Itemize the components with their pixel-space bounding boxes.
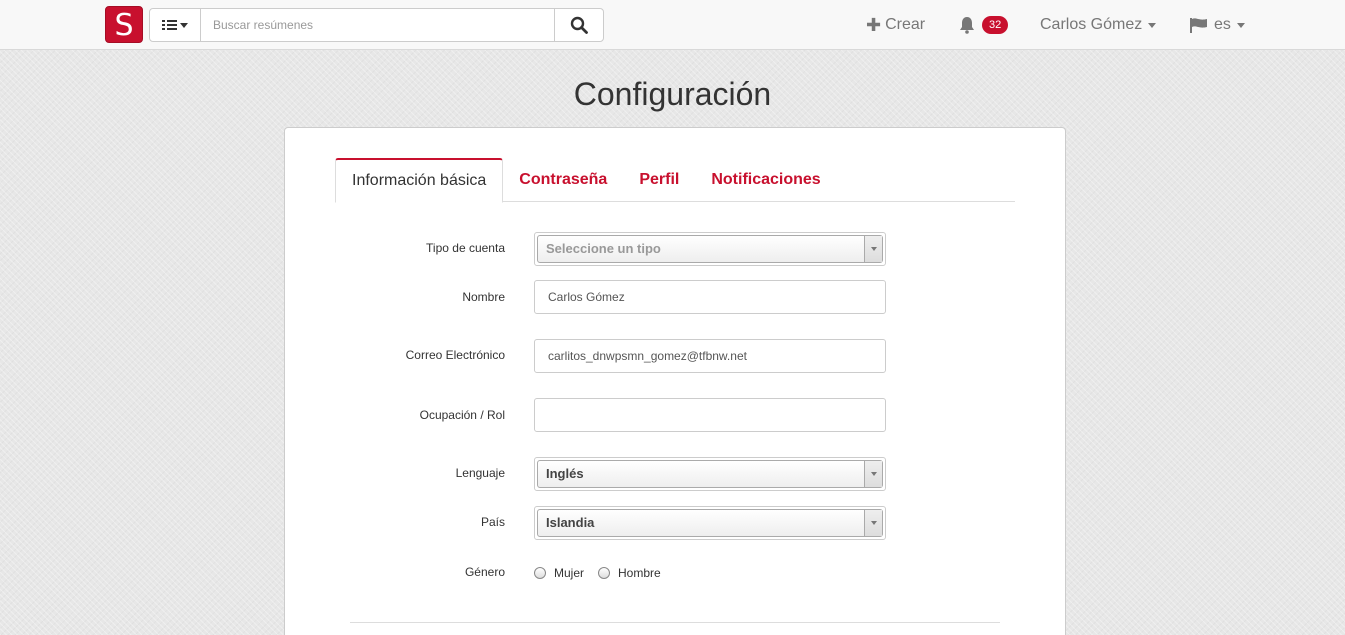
notifications-button[interactable]: 32 bbox=[958, 0, 1009, 50]
create-button[interactable]: ✚ Crear bbox=[866, 0, 925, 50]
search-button[interactable] bbox=[554, 9, 603, 41]
language-value: Inglés bbox=[537, 460, 883, 488]
name-label: Nombre bbox=[462, 290, 505, 304]
settings-tabs: Información básica Contraseña Perfil Not… bbox=[335, 158, 1015, 203]
user-name: Carlos Gómez bbox=[1040, 16, 1143, 33]
chevron-down-icon bbox=[1236, 22, 1245, 28]
bell-icon bbox=[960, 17, 974, 34]
country-label: País bbox=[480, 515, 505, 529]
account-type-placeholder: Seleccione un tipo bbox=[546, 241, 661, 256]
chevron-down-icon bbox=[1148, 22, 1157, 28]
chevron-down-icon bbox=[864, 510, 882, 536]
search-icon bbox=[570, 16, 588, 34]
list-menu-button[interactable] bbox=[150, 9, 201, 41]
email-label: Correo Electrónico bbox=[405, 348, 505, 362]
notifications-badge: 32 bbox=[982, 16, 1009, 34]
settings-card: Información básica Contraseña Perfil Not… bbox=[284, 127, 1066, 635]
plus-icon: ✚ bbox=[866, 15, 882, 35]
flag-icon bbox=[1190, 18, 1207, 33]
gender-radio-male[interactable] bbox=[598, 567, 611, 579]
occupation-label: Ocupación / Rol bbox=[419, 408, 505, 422]
language-label: es bbox=[1214, 16, 1231, 33]
gender-option-male[interactable]: Hombre bbox=[618, 566, 661, 580]
chevron-down-icon bbox=[864, 236, 882, 262]
list-icon bbox=[162, 20, 188, 30]
language-menu[interactable]: es bbox=[1189, 0, 1245, 50]
account-type-label: Tipo de cuenta bbox=[426, 241, 505, 255]
email-field[interactable]: carlitos_dnwpsmn_gomez@tfbnw.net bbox=[534, 339, 886, 373]
language-selected: Inglés bbox=[546, 466, 584, 481]
tab-password[interactable]: Contraseña bbox=[503, 158, 623, 202]
account-type-select[interactable]: Seleccione un tipo bbox=[534, 232, 886, 266]
language-select[interactable]: Inglés bbox=[534, 457, 886, 491]
tab-profile[interactable]: Perfil bbox=[623, 158, 695, 202]
country-selected: Islandia bbox=[546, 515, 595, 530]
chevron-down-icon bbox=[864, 461, 882, 487]
tab-notifications[interactable]: Notificaciones bbox=[695, 158, 836, 202]
language-field-label: Lenguaje bbox=[455, 466, 505, 480]
gender-label: Género bbox=[464, 565, 505, 579]
country-value: Islandia bbox=[537, 509, 883, 537]
gender-radio-female[interactable] bbox=[534, 567, 546, 579]
search-group bbox=[149, 8, 604, 42]
page-title: Configuración bbox=[573, 76, 772, 112]
gender-radio-group: Mujer Hombre bbox=[534, 566, 675, 580]
form-divider bbox=[350, 622, 1000, 623]
occupation-field[interactable] bbox=[534, 398, 886, 432]
gender-option-female[interactable]: Mujer bbox=[554, 566, 584, 580]
create-label: Crear bbox=[885, 16, 926, 33]
logo-icon[interactable]: S bbox=[105, 6, 143, 43]
name-field[interactable]: Carlos Gómez bbox=[534, 280, 886, 314]
top-navbar: S ✚ Crear 32 Carlos Gómez bbox=[0, 0, 1345, 50]
country-select[interactable]: Islandia bbox=[534, 506, 886, 540]
account-type-value: Seleccione un tipo bbox=[537, 235, 883, 263]
tab-basic-info[interactable]: Información básica bbox=[335, 158, 504, 203]
search-input[interactable] bbox=[201, 9, 554, 41]
user-menu[interactable]: Carlos Gómez bbox=[1040, 0, 1157, 50]
